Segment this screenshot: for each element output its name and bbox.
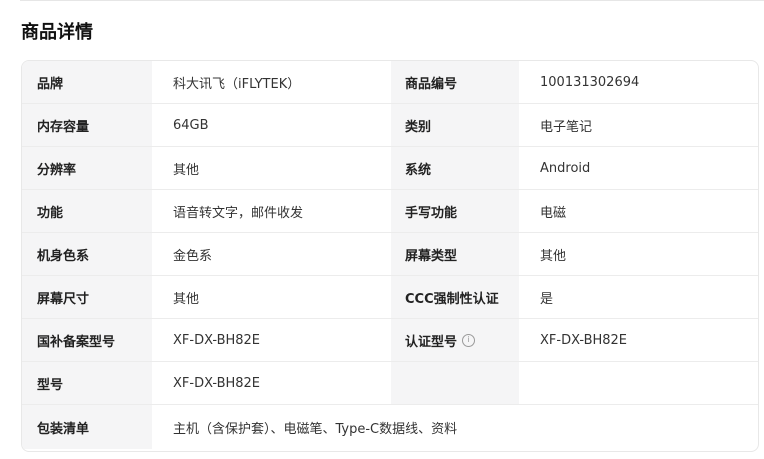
spec-value-screen-type: 其他 (540, 248, 567, 264)
spec-value-handwriting: 电磁 (540, 205, 567, 221)
spec-value-screen-size: 其他 (173, 291, 200, 307)
section-title: 商品详情 (21, 22, 93, 43)
spec-key-subsidy-model: 国补备案型号 (22, 319, 152, 361)
spec-value-ccc: 是 (540, 291, 554, 307)
spec-value-model: XF-DX-BH82E (173, 375, 261, 391)
spec-row: 屏幕尺寸 其他 CCC强制性认证 是 (22, 276, 758, 319)
spec-key-color: 机身色系 (22, 233, 152, 275)
spec-key-category: 类别 (391, 104, 519, 146)
spec-row: 功能 语音转文字，邮件收发 手写功能 电磁 (22, 190, 758, 233)
spec-key-screen-type: 屏幕类型 (391, 233, 519, 275)
spec-value-cert-model: XF-DX-BH82E (540, 332, 628, 348)
spec-value-product-id: 100131302694 (540, 74, 640, 90)
spec-key-product-id: 商品编号 (391, 61, 519, 103)
spec-key-resolution: 分辨率 (22, 147, 152, 189)
spec-key-handwriting: 手写功能 (391, 190, 519, 232)
spec-row: 分辨率 其他 系统 Android (22, 147, 758, 190)
spec-key-system: 系统 (391, 147, 519, 189)
spec-row: 包装清单 主机（含保护套）、电磁笔、Type-C数据线、资料 (22, 405, 758, 449)
spec-value-system: Android (540, 160, 591, 176)
spec-value-empty (519, 362, 758, 404)
spec-key-function: 功能 (22, 190, 152, 232)
spec-row: 国补备案型号 XF-DX-BH82E 认证型号 i XF-DX-BH82E (22, 319, 758, 362)
spec-key-ccc: CCC强制性认证 (391, 276, 519, 318)
info-icon[interactable]: i (462, 333, 476, 347)
spec-key-brand: 品牌 (22, 61, 152, 103)
spec-value-subsidy-model: XF-DX-BH82E (173, 332, 261, 348)
spec-value-package: 主机（含保护套）、电磁笔、Type-C数据线、资料 (173, 421, 458, 437)
spec-row: 内存容量 64GB 类别 电子笔记 (22, 104, 758, 147)
spec-key-model: 型号 (22, 362, 152, 404)
spec-key-cert-model-label: 认证型号 (405, 334, 458, 350)
spec-value-function: 语音转文字，邮件收发 (173, 205, 304, 221)
spec-value-brand: 科大讯飞（iFLYTEK） (173, 76, 301, 92)
spec-key-cert-model: 认证型号 i (391, 319, 519, 361)
spec-value-color: 金色系 (173, 248, 213, 264)
spec-key-screen-size: 屏幕尺寸 (22, 276, 152, 318)
spec-row: 型号 XF-DX-BH82E (22, 362, 758, 405)
spec-value-memory: 64GB (173, 117, 209, 133)
spec-row: 品牌 科大讯飞（iFLYTEK） 商品编号 100131302694 (22, 61, 758, 104)
spec-key-memory: 内存容量 (22, 104, 152, 146)
spec-value-category: 电子笔记 (540, 119, 593, 135)
top-divider (20, 0, 764, 1)
spec-row: 机身色系 金色系 屏幕类型 其他 (22, 233, 758, 276)
spec-key-package: 包装清单 (22, 405, 152, 449)
specs-table: 品牌 科大讯飞（iFLYTEK） 商品编号 100131302694 内存容量 … (21, 60, 759, 452)
spec-key-empty (391, 362, 519, 404)
spec-value-resolution: 其他 (173, 162, 200, 178)
